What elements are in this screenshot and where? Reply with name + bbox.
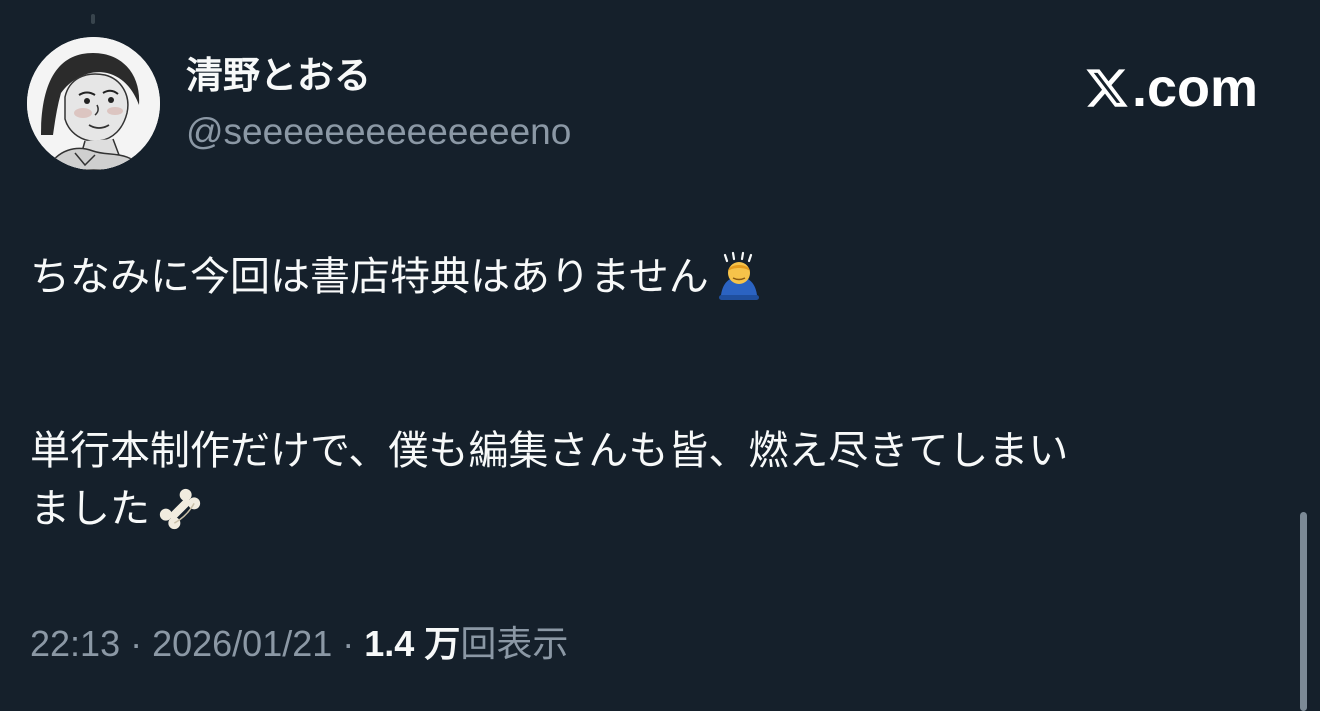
tweet-line-1: ちなみに今回は書店特典はありません bbox=[30, 248, 1285, 306]
tweet-timestamp[interactable]: 22:13 · 2026/01/21 · 1.4 万回表示 bbox=[30, 620, 568, 668]
tweet-date[interactable]: 2026/01/21 bbox=[152, 623, 332, 664]
tweet-time[interactable]: 22:13 bbox=[30, 623, 120, 664]
views-count: 1.4 万 bbox=[364, 623, 461, 664]
tweet-text: ちなみに今回は書店特典はありません 単行本制作だけで、僕も編集さんも皆、燃え尽き… bbox=[30, 248, 1285, 538]
tweet-line-2: 単行本制作だけで、僕も編集さんも皆、燃え尽きてしまい bbox=[30, 422, 1285, 480]
tweet-text-line-1: ちなみに今回は書店特典はありません bbox=[30, 254, 709, 300]
views-label: 回表示 bbox=[460, 623, 569, 664]
meta-separator: · bbox=[332, 623, 365, 664]
x-logo-icon bbox=[1086, 69, 1128, 107]
tweet-line-3: ました bbox=[30, 480, 1285, 538]
meta-separator: · bbox=[120, 623, 153, 664]
avatar-illustration bbox=[27, 37, 160, 170]
bone-icon bbox=[159, 488, 201, 530]
tweet-text-line-2: 単行本制作だけで、僕も編集さんも皆、燃え尽きてしまい bbox=[30, 428, 1069, 474]
brand-x-com: .com bbox=[1084, 56, 1258, 120]
tweet-text-line-3: ました bbox=[30, 486, 150, 532]
brand-domain-text: .com bbox=[1132, 58, 1259, 118]
person-bowing-icon bbox=[718, 251, 759, 300]
avatar[interactable] bbox=[27, 37, 160, 170]
scrollbar-thumb[interactable] bbox=[1300, 512, 1307, 711]
author-handle[interactable]: @seeeeeeeeeeeeeeno bbox=[186, 108, 571, 156]
author-display-name[interactable]: 清野とおる bbox=[186, 52, 371, 100]
thread-connector-line bbox=[91, 14, 95, 24]
tweet-paragraph-gap bbox=[30, 306, 1285, 364]
tweet-paragraph-gap bbox=[30, 364, 1285, 422]
